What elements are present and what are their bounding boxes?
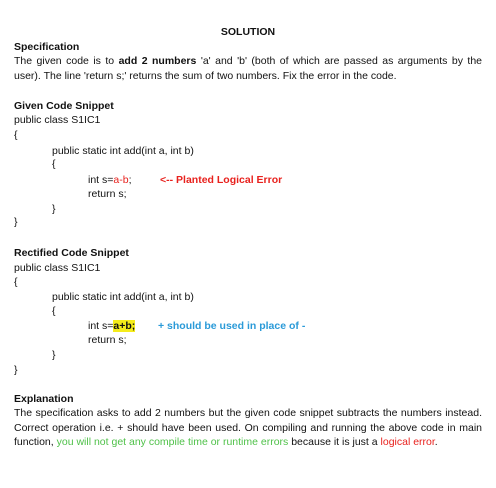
fix-annotation: + should be used in place of -: [158, 320, 306, 332]
explanation-heading: Explanation: [14, 393, 74, 405]
given-statement-line: int s=a-b;: [88, 174, 132, 186]
explanation-logical-error: logical error: [380, 436, 435, 448]
rectified-statement-line: int s=a+b;: [88, 320, 136, 332]
rectified-return-line: return s;: [88, 334, 127, 346]
given-return-line: return s;: [88, 188, 127, 200]
explanation-text: The specification asks to add 2 numbers …: [14, 406, 482, 450]
given-code-heading: Given Code Snippet: [14, 100, 114, 112]
given-statement-suffix: ;: [128, 174, 132, 186]
rectified-method-close-brace: }: [52, 349, 56, 361]
explanation-green-note: you will not get any compile time or run…: [56, 436, 289, 448]
given-statement-prefix: int s=: [88, 174, 114, 186]
rectified-open-brace: {: [14, 276, 18, 288]
rectified-statement-prefix: int s=: [88, 320, 114, 332]
rectified-statement-fixed-expression: a+b;: [113, 320, 136, 332]
specification-heading: Specification: [14, 41, 80, 53]
given-close-brace: }: [14, 216, 18, 228]
given-method-close-brace: }: [52, 203, 56, 215]
rectified-code-heading: Rectified Code Snippet: [14, 247, 129, 259]
page-title: SOLUTION: [220, 26, 276, 38]
planted-error-annotation: <-- Planted Logical Error: [160, 174, 283, 186]
given-method-open-brace: {: [52, 158, 56, 170]
specification-text-bold: add 2 numbers: [118, 55, 197, 67]
rectified-method-open-brace: {: [52, 305, 56, 317]
explanation-text-part-3: .: [434, 436, 438, 448]
rectified-class-line: public class S1IC1: [14, 262, 101, 274]
given-method-line: public static int add(int a, int b): [52, 145, 194, 157]
explanation-text-part-2: because it is just a: [288, 436, 381, 448]
given-class-line: public class S1IC1: [14, 114, 101, 126]
given-open-brace: {: [14, 129, 18, 141]
rectified-close-brace: }: [14, 364, 18, 376]
given-statement-error-expression: a-b: [113, 174, 129, 186]
specification-text: The given code is to add 2 numbers 'a' a…: [14, 54, 482, 83]
specification-text-part-1: The given code is to: [14, 55, 119, 67]
rectified-method-line: public static int add(int a, int b): [52, 291, 194, 303]
solution-page: SOLUTION Specification The given code is…: [0, 0, 496, 488]
